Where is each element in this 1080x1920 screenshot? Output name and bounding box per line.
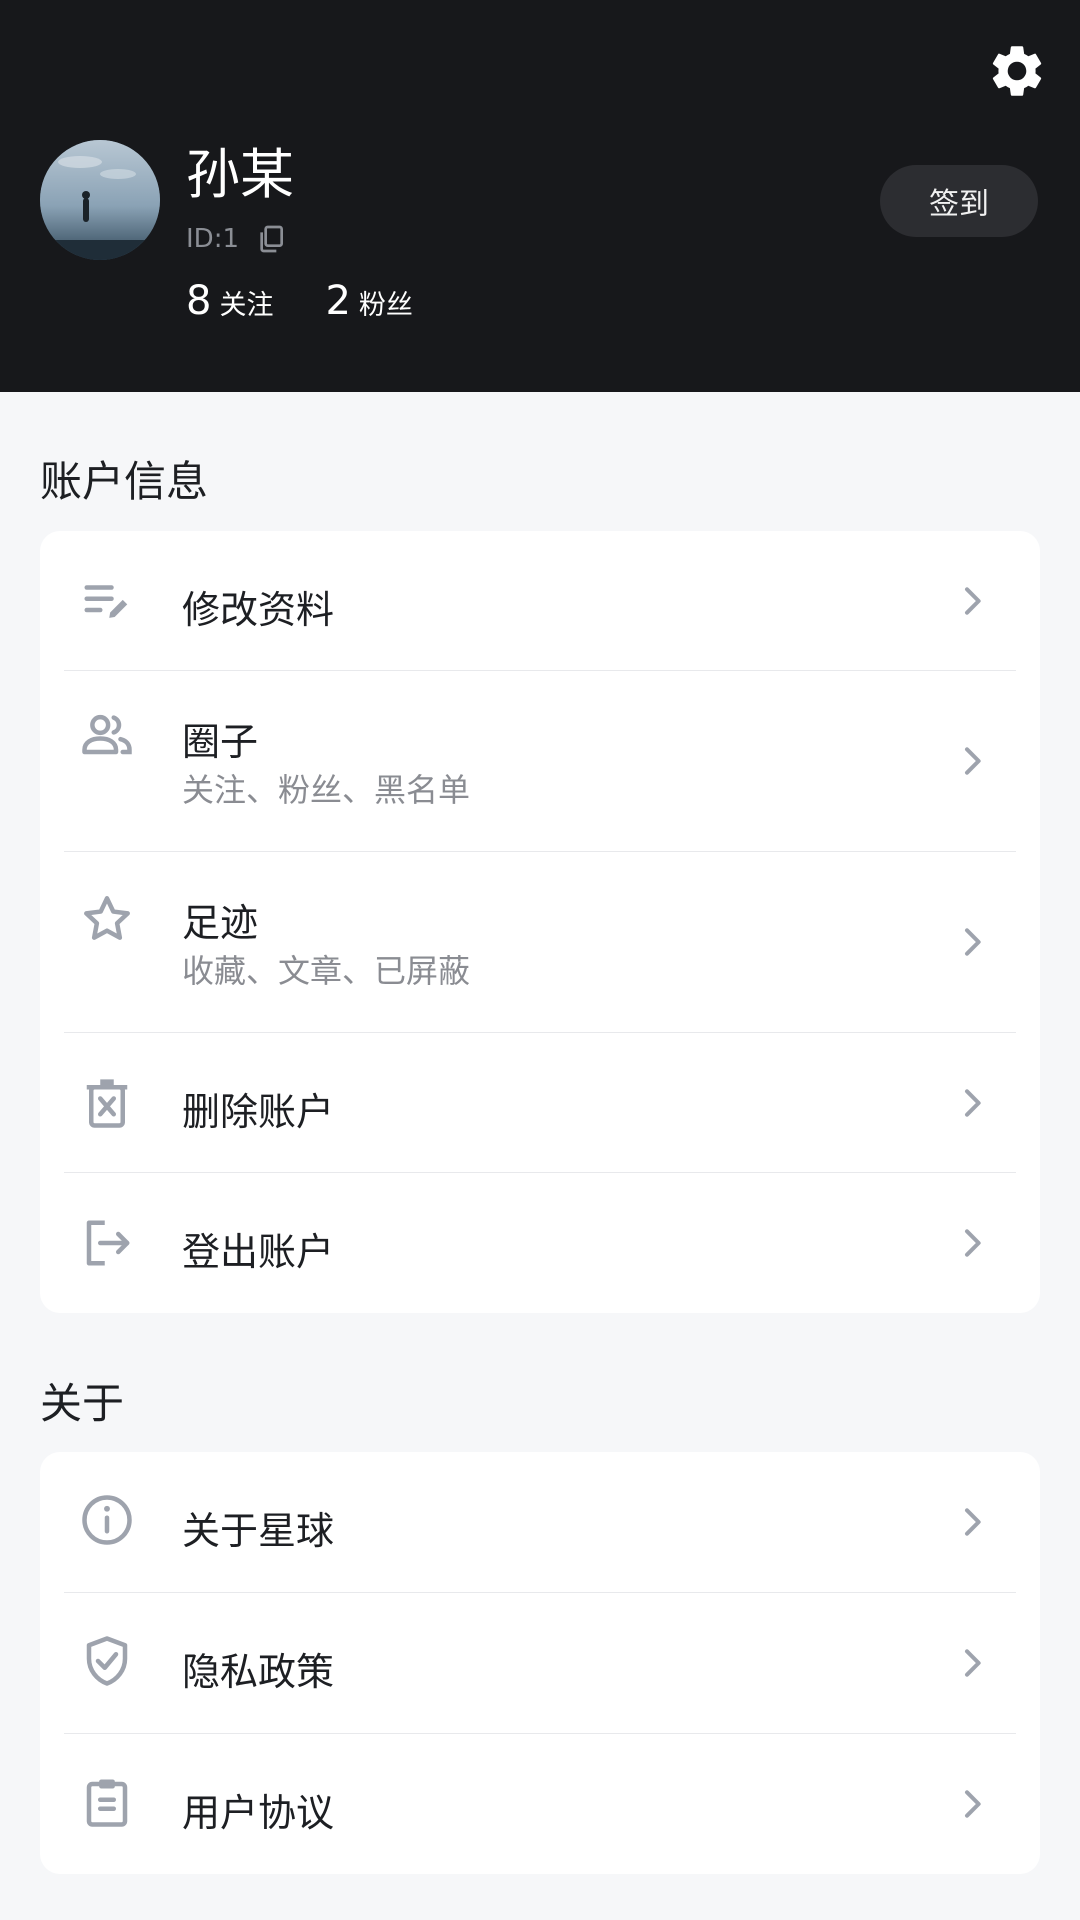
group-icon: [82, 714, 132, 755]
menu-item-title: 隐私政策: [182, 1650, 335, 1694]
chevron-right-icon: [965, 1089, 981, 1117]
menu-item-privacy-policy[interactable]: 隐私政策: [40, 1593, 1040, 1734]
menu-item-circle[interactable]: 圈子 关注、粉丝、黑名单: [40, 671, 1040, 852]
menu-item-subtitle: 关注、粉丝、黑名单: [182, 771, 471, 809]
menu-item-title: 圈子: [182, 720, 259, 764]
following-stat[interactable]: 8 关注: [186, 278, 273, 324]
logout-icon: [86, 1220, 130, 1266]
menu-item-title: 足迹: [182, 901, 259, 945]
trash-icon: [86, 1079, 128, 1128]
chevron-right-icon: [965, 1649, 981, 1677]
following-count: 8: [186, 278, 212, 324]
following-label: 关注: [219, 290, 274, 321]
chevron-right-icon: [965, 1229, 981, 1257]
chevron-right-icon: [965, 1790, 981, 1818]
avatar[interactable]: [40, 140, 160, 260]
chevron-right-icon: [965, 747, 981, 775]
menu-item-logout[interactable]: 登出账户: [40, 1173, 1040, 1313]
chevron-right-icon: [965, 587, 981, 615]
menu-item-title: 修改资料: [182, 588, 335, 632]
menu-item-user-agreement[interactable]: 用户协议: [40, 1734, 1040, 1874]
menu-item-footprint[interactable]: 足迹 收藏、文章、已屏蔽: [40, 852, 1040, 1033]
menu-item-about[interactable]: 关于星球: [40, 1452, 1040, 1593]
chevron-right-icon: [965, 1508, 981, 1536]
menu-item-title: 用户协议: [182, 1791, 335, 1835]
shield-check-icon: [86, 1636, 128, 1686]
chevron-right-icon: [965, 928, 981, 956]
user-id-row: ID:1: [186, 222, 287, 256]
clipboard-icon: [86, 1779, 128, 1827]
about-card: 关于星球 隐私政策 用户协议: [40, 1452, 1040, 1874]
followers-stat[interactable]: 2 粉丝: [325, 278, 412, 324]
menu-item-title: 删除账户: [182, 1090, 335, 1134]
profile-stats: 8 关注 2 粉丝: [186, 278, 413, 324]
profile-header: 孙某 ID:1 8 关注 2 粉丝 签到: [0, 0, 1080, 392]
menu-item-subtitle: 收藏、文章、已屏蔽: [182, 952, 471, 990]
info-icon: [82, 1495, 132, 1545]
edit-list-icon: [84, 585, 128, 618]
menu-item-title: 关于星球: [182, 1509, 335, 1553]
about-section-title: 关于: [40, 1379, 125, 1428]
menu-item-edit-profile[interactable]: 修改资料: [40, 531, 1040, 671]
account-card: 修改资料 圈子 关注、粉丝、黑名单 足迹 收藏、文章、已屏蔽 删除账户 登出账户: [40, 531, 1040, 1313]
followers-label: 粉丝: [358, 290, 413, 321]
account-section-title: 账户信息: [40, 457, 209, 506]
sign-in-button[interactable]: 签到: [880, 165, 1038, 237]
followers-count: 2: [325, 278, 351, 324]
user-id: ID:1: [186, 224, 239, 254]
copy-icon[interactable]: [255, 223, 287, 255]
star-icon: [84, 896, 130, 940]
username: 孙某: [186, 143, 294, 206]
menu-item-title: 登出账户: [182, 1230, 335, 1274]
menu-item-delete-account[interactable]: 删除账户: [40, 1033, 1040, 1173]
gear-icon[interactable]: [986, 40, 1048, 102]
